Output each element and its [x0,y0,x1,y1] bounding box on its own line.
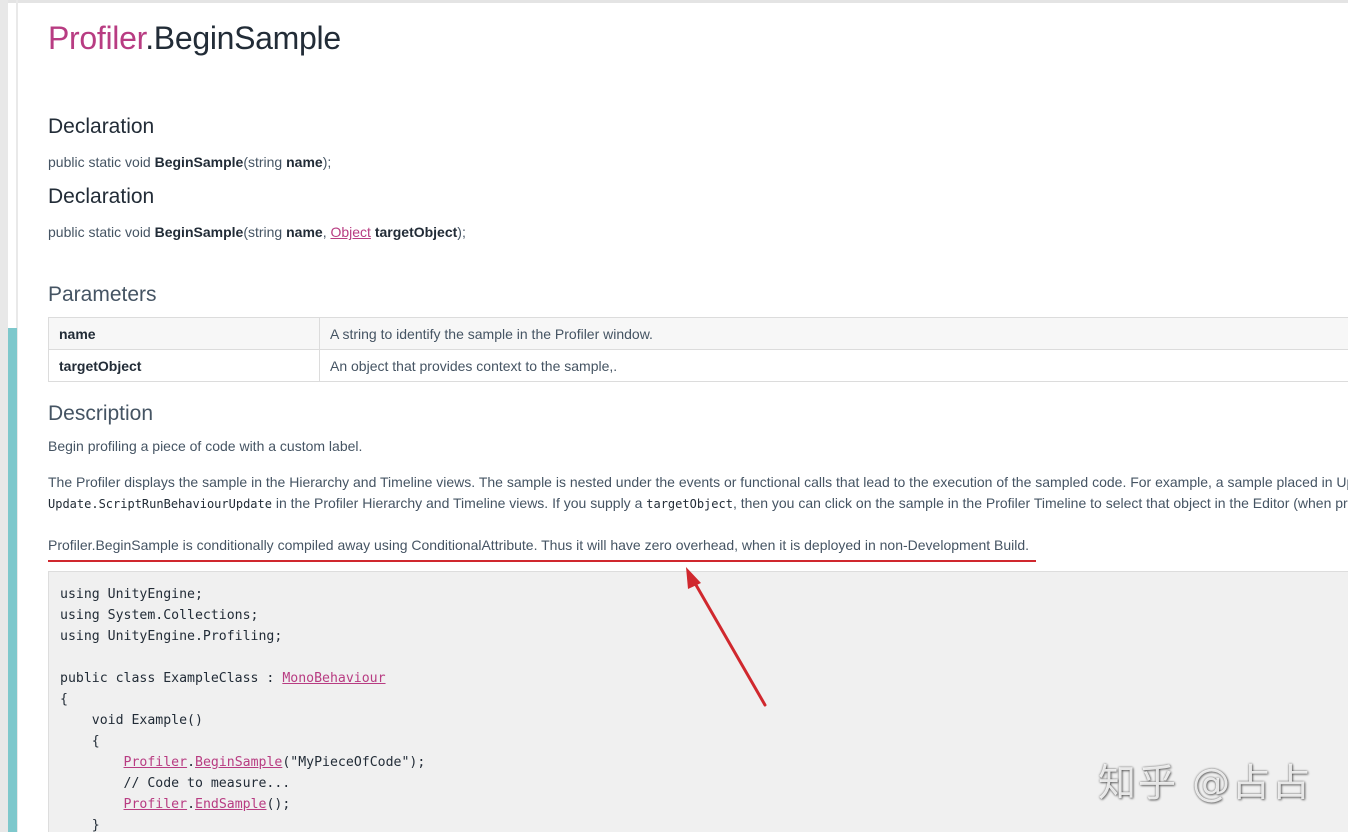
endsample-link[interactable]: EndSample [195,797,266,812]
code-line: { [60,734,100,749]
param-description-cell: A string to identify the sample in the P… [319,317,1348,350]
code-line: using System.Collections; [60,608,259,623]
declaration-signature-2: public static void BeginSample(string na… [48,224,466,240]
declaration-signature-1: public static void BeginSample(string na… [48,154,331,170]
description-paragraph-2-line-2: Update.ScriptRunBehaviourUpdate in the P… [48,495,1348,511]
code-line: } [60,818,100,832]
code-line: using UnityEngine.Profiling; [60,629,283,644]
description-paragraph-1: Begin profiling a piece of code with a c… [48,438,363,454]
code-line: public class ExampleClass : MonoBehaviou… [60,668,425,689]
sig-method: BeginSample [154,154,244,170]
code-dot: . [187,797,196,812]
sig-open: (string [243,224,287,240]
sig-open: (string [243,154,287,170]
code-text: public class ExampleClass : [60,671,283,686]
object-type-link[interactable]: Object [330,224,370,240]
doc-content: Profiler.BeginSample Declaration public … [48,0,1348,832]
code-text: ("MyPieceOfCode"); [282,755,426,770]
code-line: Profiler.EndSample(); [60,794,425,815]
sig-param-name: name [286,154,323,170]
watermark: 知乎 @占占 [1098,761,1313,805]
sig-prefix: public static void [48,154,155,170]
sig-close: ); [322,154,332,170]
left-rail [0,0,8,832]
code-line: void Example() [60,713,203,728]
profiler-link[interactable]: Profiler [124,797,188,812]
sig-close: ); [457,224,466,240]
sig-prefix: public static void [48,224,155,240]
paragraph-text: in the Profiler Hierarchy and Timeline v… [271,495,647,511]
code-line: Profiler.BeginSample("MyPieceOfCode"); [60,752,426,773]
code-line: using UnityEngine; [60,587,203,602]
declaration-heading-2: Declaration [48,185,155,208]
parameters-table: name A string to identify the sample in … [48,317,1348,382]
title-method: .BeginSample [145,20,341,56]
inline-code: Update.ScriptRunBehaviourUpdate [48,497,272,511]
description-paragraph-3: Profiler.BeginSample is conditionally co… [48,537,1030,553]
page-title: Profiler.BeginSample [48,20,341,57]
param-name-cell: name [48,317,320,350]
sig-method: BeginSample [154,224,244,240]
param-description-cell: An object that provides context to the s… [319,349,1348,382]
table-row: targetObject An object that provides con… [48,349,1348,382]
description-paragraph-2-line-1: The Profiler displays the sample in the … [48,474,1348,490]
parameters-heading: Parameters [48,283,157,306]
code-text: (); [266,797,291,812]
code-dot: . [187,755,196,770]
sig-param-targetobject: targetObject [374,224,458,240]
beginsample-link[interactable]: BeginSample [195,755,282,770]
scroll-indicator[interactable] [8,328,17,832]
inline-code: targetObject [646,497,733,511]
paragraph-text: , then you can click on the sample in th… [732,495,1348,511]
table-row: name A string to identify the sample in … [48,317,1348,350]
code-line: { [60,692,68,707]
monobehaviour-link[interactable]: MonoBehaviour [282,671,385,686]
description-heading: Description [48,402,154,425]
declaration-heading-1: Declaration [48,115,155,138]
param-name-cell: targetObject [48,349,320,382]
sig-param-name: name [286,224,323,240]
annotation-underline [48,560,1036,562]
code-line: // Code to measure... [60,776,291,791]
profiler-link[interactable]: Profiler [124,755,188,770]
code-block: using UnityEngine; using System.Collectio… [60,584,425,832]
title-class-link[interactable]: Profiler [48,20,146,56]
